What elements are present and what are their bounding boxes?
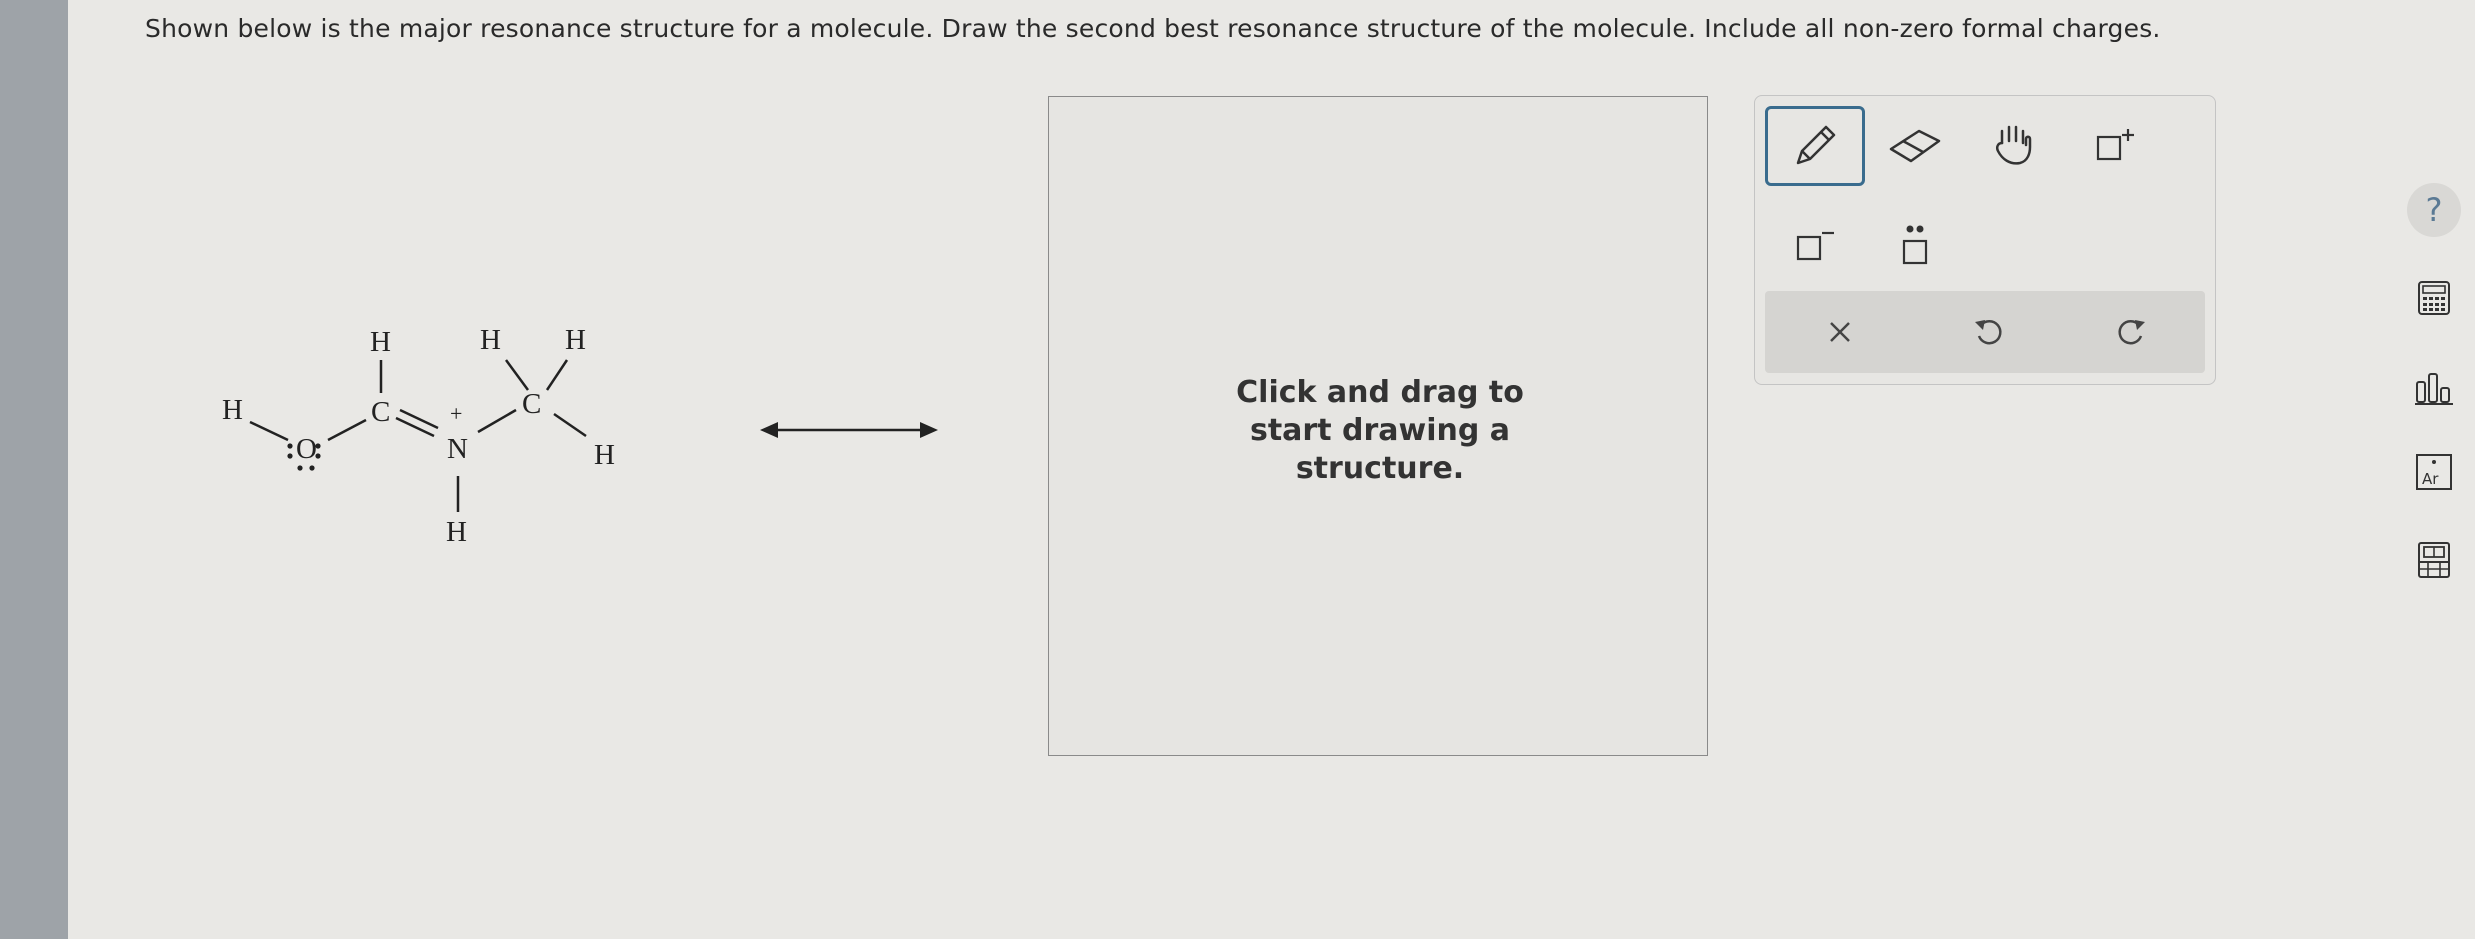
bar-chart-icon [2415, 373, 2453, 405]
undo-button[interactable] [1943, 301, 2033, 363]
question-mark-icon: ? [2407, 183, 2461, 237]
question-text: Shown below is the major resonance struc… [145, 14, 2161, 43]
action-bar [1765, 291, 2205, 373]
reference-table-button[interactable] [2404, 530, 2464, 590]
molecule-structure: H O H C + N H C H H H [222, 324, 615, 548]
close-icon [1830, 322, 1850, 342]
periodic-element-icon: Ar [2416, 454, 2452, 490]
negative-charge-icon [1796, 231, 1834, 261]
drawing-toolbar [1754, 95, 2216, 385]
atom-c1: C [371, 396, 390, 428]
data-chart-button[interactable] [2404, 358, 2464, 418]
canvas-prompt: Click and drag to start drawing a struct… [1215, 374, 1545, 488]
calculator-button[interactable] [2404, 268, 2464, 328]
bond-h-o [249, 420, 289, 442]
canvas-prompt-line1: Click and drag to [1236, 375, 1524, 410]
undo-icon [1975, 320, 2002, 345]
hand-icon [1995, 125, 2032, 165]
clear-button[interactable] [1795, 301, 1885, 363]
atom-o: O [296, 433, 317, 465]
pencil-icon [1796, 125, 1836, 165]
positive-charge-tool-button[interactable] [2065, 106, 2165, 186]
bond-c2-h1 [504, 359, 530, 391]
positive-charge-icon [2096, 129, 2134, 161]
bond-c2-h3 [553, 412, 587, 438]
lone-pair-icon [1902, 225, 1928, 265]
canvas-prompt-line2: start drawing a [1249, 413, 1511, 448]
bond-o-c1 [327, 418, 367, 442]
atom-h-n: H [446, 516, 467, 548]
bond-n-c2 [477, 408, 517, 434]
pencil-tool-button[interactable] [1765, 106, 1865, 186]
atom-h-c1: H [370, 326, 391, 358]
svg-text:Ar: Ar [2422, 470, 2439, 488]
atom-h-c2-c: H [594, 439, 615, 471]
atom-h-left: H [222, 394, 243, 426]
bond-c1-n-a [395, 416, 435, 438]
canvas-prompt-line3: structure. [1295, 451, 1465, 486]
atom-h-c2-b: H [565, 324, 586, 356]
redo-button[interactable] [2087, 301, 2177, 363]
eraser-tool-button[interactable] [1865, 106, 1965, 186]
atom-c2: C [522, 388, 541, 420]
bond-c1-n-b [399, 408, 439, 430]
eraser-icon [1889, 129, 1941, 163]
charge-n: + [450, 401, 462, 426]
atom-h-c2-a: H [480, 324, 501, 356]
help-button[interactable]: ? [2404, 180, 2464, 240]
atom-n: N [447, 433, 468, 465]
redo-icon [2118, 320, 2145, 345]
calculator-icon [2418, 281, 2450, 315]
lone-pair-tool-button[interactable] [1865, 206, 1965, 286]
negative-charge-tool-button[interactable] [1765, 206, 1865, 286]
resonance-arrow [760, 422, 938, 438]
left-sidebar-strip [0, 0, 68, 939]
periodic-table-button[interactable]: Ar [2404, 442, 2464, 502]
table-icon [2418, 542, 2450, 578]
bond-c2-h2 [545, 359, 569, 391]
hand-tool-button[interactable] [1965, 106, 2065, 186]
